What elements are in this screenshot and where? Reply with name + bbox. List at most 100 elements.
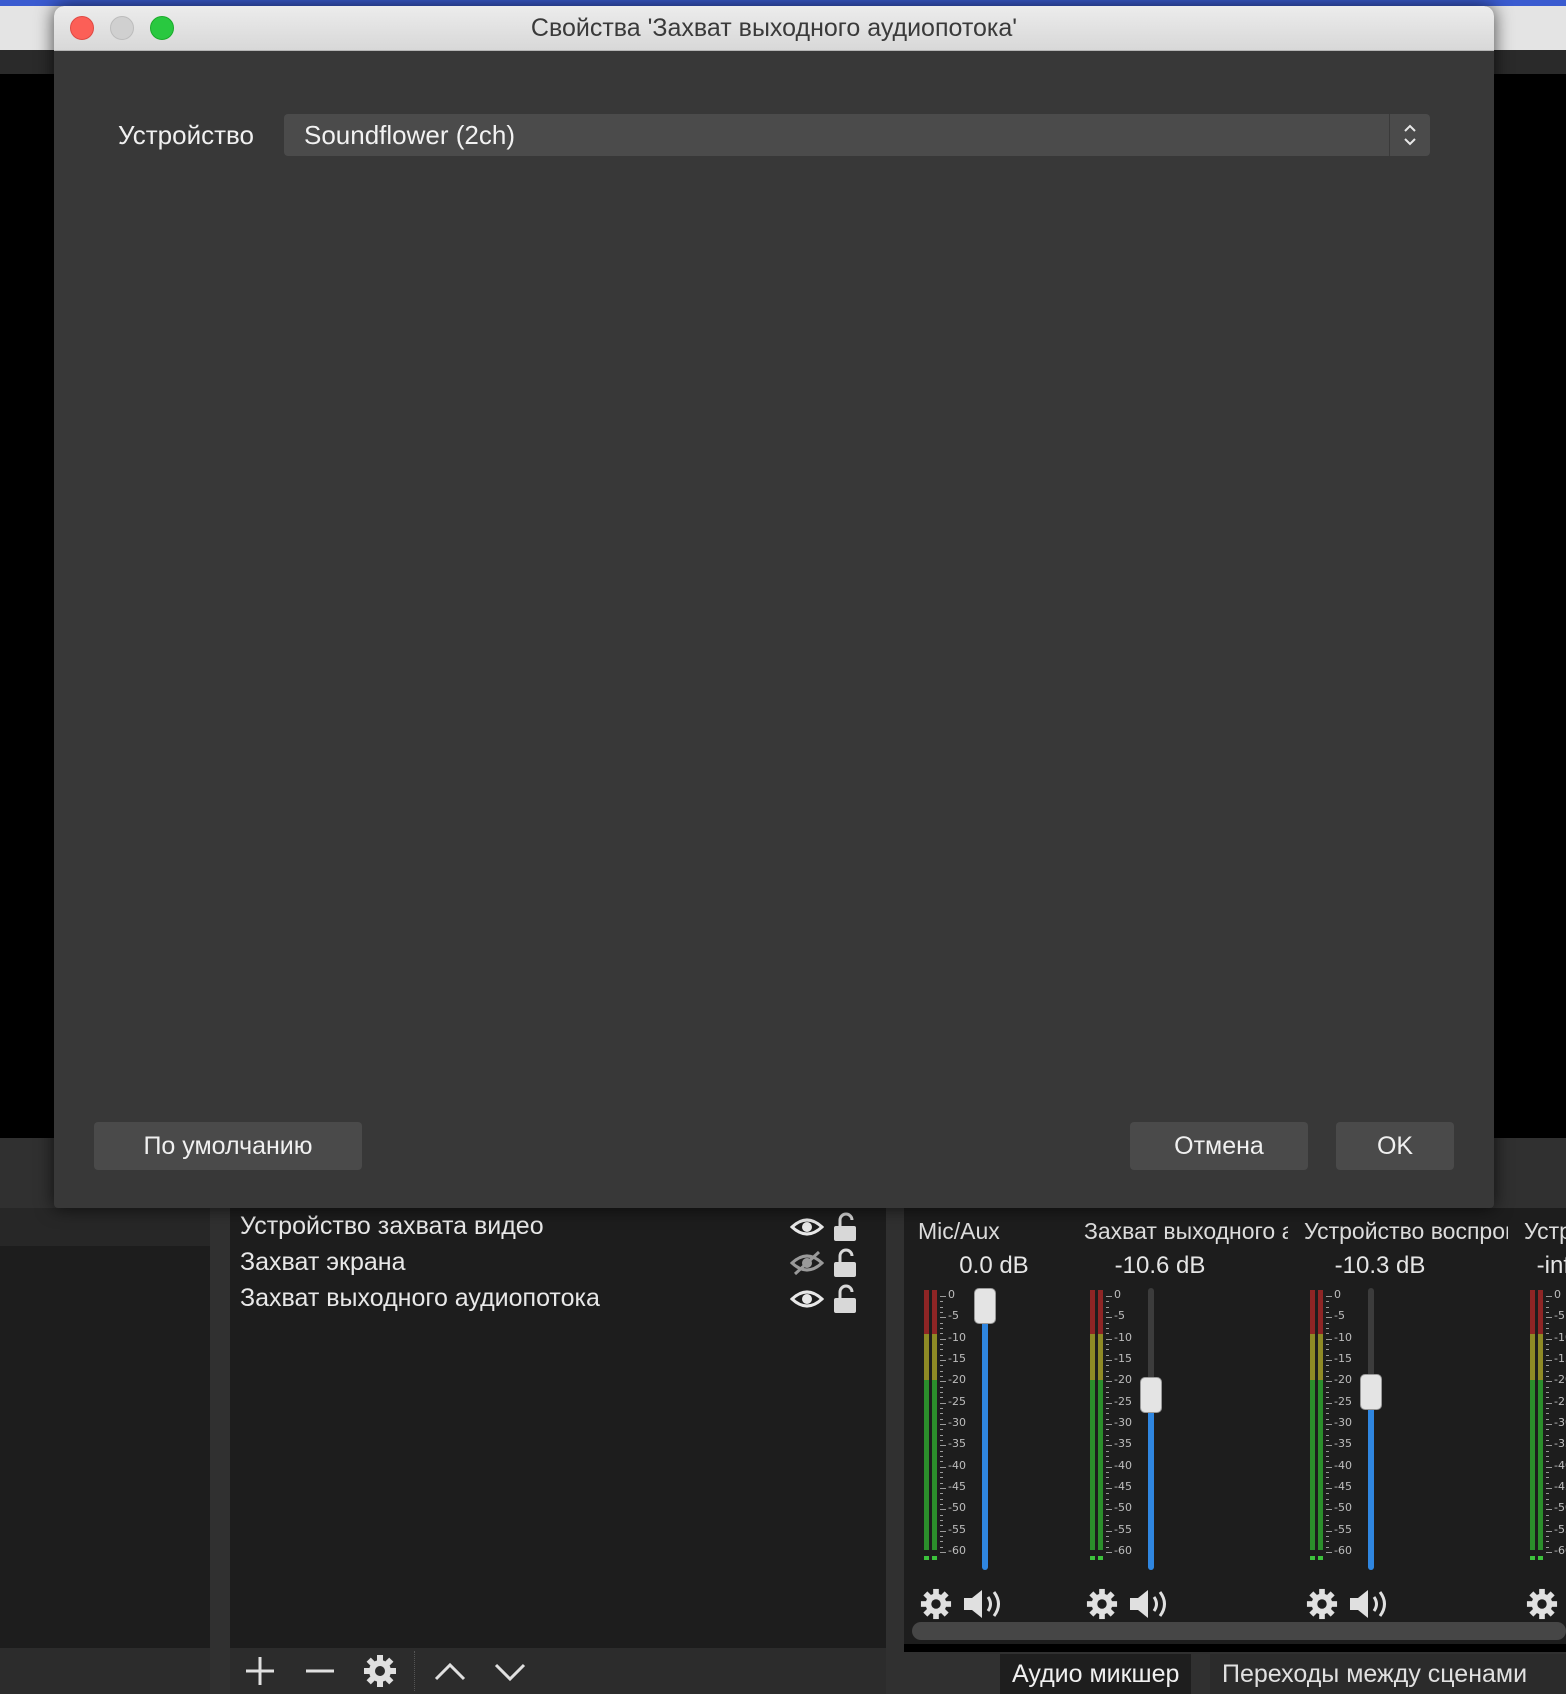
source-properties-button[interactable] [350,1648,410,1694]
meter-segment [1530,1380,1535,1550]
meter-scale: 0 -5 -10 -15 -20 -25 -30 -35 -40 -45 -50 -55 -60 [1326,1288,1356,1560]
minimize-window-button[interactable] [110,16,134,40]
volume-slider-handle[interactable] [974,1288,996,1324]
scale-tick [940,1338,946,1340]
maximize-window-button[interactable] [150,16,174,40]
scale-label: -30 [1334,1416,1352,1429]
scale-label: -45 [948,1480,966,1493]
scale-minor-tick [1106,1450,1109,1452]
tab-audio-mixer[interactable]: Аудио микшер [1000,1654,1192,1694]
scale-minor-tick [1326,1328,1329,1329]
dialog-titlebar[interactable]: Свойства 'Захват выходного аудиопотока' [54,6,1494,51]
speaker-icon[interactable] [1348,1588,1394,1625]
scale-minor-tick [940,1525,943,1527]
scale-minor-tick [940,1322,943,1324]
gear-icon[interactable] [1306,1588,1338,1625]
scale-minor-tick [1326,1525,1329,1527]
scale-minor-tick [940,1344,943,1345]
scale-label: 0 [1114,1288,1121,1301]
scale-label: -55 [1554,1522,1566,1536]
volume-slider[interactable] [974,1288,996,1570]
scale-tick [940,1424,946,1425]
scale-minor-tick [1546,1520,1549,1521]
add-source-button[interactable] [230,1648,290,1694]
volume-slider[interactable] [1140,1288,1162,1570]
meter-segment [1310,1380,1315,1550]
scale-minor-tick [1546,1312,1549,1313]
scale-minor-tick [940,1418,943,1420]
scale-minor-tick [1546,1504,1549,1505]
scale-label: -20 [948,1373,966,1387]
scale-minor-tick [940,1397,943,1399]
scale-minor-tick [940,1493,943,1495]
lock-open-icon[interactable] [832,1284,858,1319]
mixer-horizontal-scrollbar[interactable] [912,1622,1566,1640]
scale-minor-tick [1106,1498,1109,1500]
remove-source-button[interactable] [290,1648,350,1694]
toolbar-separator [414,1651,416,1691]
volume-slider-handle[interactable] [1140,1376,1162,1413]
scale-label: -35 [1554,1437,1566,1451]
scale-minor-tick [1106,1434,1109,1436]
move-up-button[interactable] [420,1648,480,1694]
device-select-value: Soundflower (2ch) [304,120,515,150]
lock-open-icon[interactable] [832,1248,858,1283]
lock-open-icon[interactable] [832,1212,858,1247]
panel-splitter[interactable] [210,1208,230,1694]
source-item[interactable]: Захват экрана [240,1244,876,1280]
volume-slider-handle[interactable] [1360,1374,1382,1411]
gear-icon[interactable] [1086,1588,1118,1625]
scale-label: -25 [1114,1394,1132,1408]
cancel-button[interactable]: Отмена [1130,1122,1308,1170]
chevron-up-icon [434,1662,466,1681]
source-item[interactable]: Устройство захвата видео [240,1208,876,1244]
scale-tick [1546,1338,1552,1340]
scale-tick [1106,1530,1112,1532]
scale-minor-tick [1546,1322,1549,1324]
scale-tick [940,1466,946,1468]
gear-icon[interactable] [920,1588,952,1625]
scale-minor-tick [940,1429,943,1431]
gear-icon[interactable] [1526,1588,1558,1625]
scale-minor-tick [1326,1306,1329,1308]
scale-minor-tick [1546,1477,1549,1479]
source-item[interactable]: Захват выходного аудиопотока [240,1280,876,1316]
speaker-icon[interactable] [1128,1588,1174,1625]
scale-minor-tick [1326,1498,1329,1500]
meter-segment [1318,1290,1323,1334]
scale-minor-tick [940,1536,943,1537]
sources-panel: Устройство захвата видео Захват экрана З… [230,1208,886,1648]
scale-minor-tick [1326,1365,1329,1367]
volume-slider[interactable] [1360,1288,1382,1570]
scale-minor-tick [940,1306,943,1308]
tab-scene-transitions[interactable]: Переходы между сценами [1210,1654,1566,1694]
scale-tick [1106,1296,1112,1297]
defaults-button[interactable]: По умолчанию [94,1122,362,1170]
scale-minor-tick [1106,1525,1109,1527]
speaker-icon[interactable] [962,1588,1008,1625]
scale-minor-tick [1326,1392,1329,1393]
scale-minor-tick [1106,1376,1109,1377]
scale-minor-tick [1106,1440,1109,1441]
scene-item[interactable] [0,1208,210,1246]
device-select[interactable]: Soundflower (2ch) [284,114,1430,156]
eye-icon[interactable] [789,1287,825,1316]
scale-minor-tick [1546,1386,1549,1388]
scale-label: -50 [1334,1501,1352,1515]
scale-label: -5 [1554,1309,1565,1323]
close-window-button[interactable] [70,16,94,40]
scale-minor-tick [1106,1370,1109,1372]
scale-tick [1326,1402,1332,1404]
panel-splitter[interactable] [886,1208,904,1694]
eye-hidden-icon[interactable] [789,1250,825,1280]
ok-button[interactable]: OK [1336,1122,1454,1170]
scale-minor-tick [1546,1354,1549,1356]
move-down-button[interactable] [480,1648,540,1694]
scale-minor-tick [1106,1493,1109,1495]
scale-minor-tick [940,1482,943,1484]
eye-icon[interactable] [789,1215,825,1244]
channel-db: -inf [1536,1252,1566,1279]
scale-minor-tick [1106,1408,1109,1409]
dock-tabs: Аудио микшер Переходы между сценами [904,1652,1566,1694]
scale-minor-tick [1106,1461,1109,1463]
